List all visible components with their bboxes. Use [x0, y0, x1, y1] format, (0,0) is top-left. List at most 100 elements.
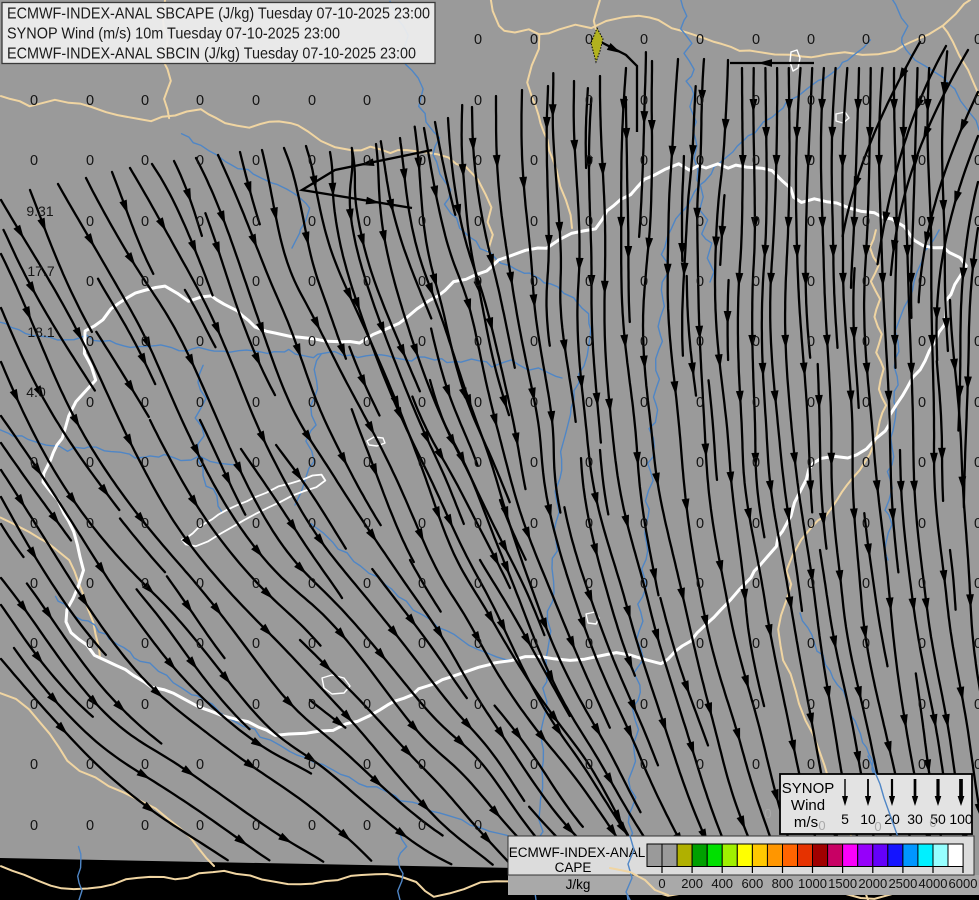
- svg-text:0: 0: [474, 576, 482, 592]
- svg-text:0: 0: [196, 757, 204, 773]
- svg-text:0: 0: [862, 516, 870, 532]
- svg-text:0: 0: [474, 818, 482, 834]
- svg-text:0: 0: [807, 757, 815, 773]
- svg-text:0: 0: [696, 516, 704, 532]
- svg-text:0: 0: [918, 93, 926, 109]
- svg-text:0: 0: [530, 636, 538, 652]
- svg-text:0: 0: [418, 697, 426, 713]
- svg-text:0: 0: [141, 93, 149, 109]
- svg-text:1000: 1000: [798, 876, 827, 891]
- svg-text:0: 0: [862, 93, 870, 109]
- svg-text:0: 0: [807, 334, 815, 350]
- svg-text:0: 0: [752, 334, 760, 350]
- svg-text:30: 30: [907, 811, 923, 827]
- svg-text:0: 0: [474, 214, 482, 230]
- svg-text:0: 0: [640, 274, 648, 290]
- svg-text:0: 0: [30, 93, 38, 109]
- svg-text:0: 0: [585, 697, 593, 713]
- svg-text:0: 0: [696, 334, 704, 350]
- svg-text:0: 0: [974, 395, 979, 411]
- svg-text:0: 0: [86, 818, 94, 834]
- svg-text:17.7: 17.7: [27, 263, 54, 279]
- svg-text:0: 0: [196, 576, 204, 592]
- svg-text:0: 0: [974, 516, 979, 532]
- svg-text:0: 0: [363, 214, 371, 230]
- svg-text:0: 0: [530, 757, 538, 773]
- svg-text:0: 0: [474, 516, 482, 532]
- svg-text:0: 0: [640, 32, 648, 48]
- svg-text:0: 0: [918, 153, 926, 169]
- svg-text:0: 0: [530, 516, 538, 532]
- svg-text:0: 0: [86, 697, 94, 713]
- svg-text:0: 0: [363, 818, 371, 834]
- svg-text:0: 0: [196, 93, 204, 109]
- svg-text:0: 0: [530, 576, 538, 592]
- svg-text:0: 0: [585, 757, 593, 773]
- svg-text:0: 0: [141, 455, 149, 471]
- svg-text:0: 0: [696, 757, 704, 773]
- svg-text:0: 0: [918, 455, 926, 471]
- svg-text:0: 0: [918, 516, 926, 532]
- svg-text:0: 0: [196, 395, 204, 411]
- svg-text:0: 0: [752, 757, 760, 773]
- svg-text:0: 0: [30, 516, 38, 532]
- svg-text:0: 0: [918, 576, 926, 592]
- svg-text:0: 0: [30, 697, 38, 713]
- svg-text:0: 0: [308, 395, 316, 411]
- svg-text:0: 0: [141, 395, 149, 411]
- svg-text:0: 0: [530, 153, 538, 169]
- svg-text:0: 0: [807, 93, 815, 109]
- svg-text:0: 0: [752, 697, 760, 713]
- svg-text:0: 0: [585, 214, 593, 230]
- svg-text:0: 0: [418, 516, 426, 532]
- svg-text:0: 0: [196, 636, 204, 652]
- svg-text:0: 0: [585, 576, 593, 592]
- svg-text:0: 0: [418, 214, 426, 230]
- svg-text:SYNOP Wind (m/s) 10m Tuesday 0: SYNOP Wind (m/s) 10m Tuesday 07-10-2025 …: [7, 26, 340, 43]
- svg-text:ECMWF-INDEX-ANAL SBCAPE (J/kg): ECMWF-INDEX-ANAL SBCAPE (J/kg) Tuesday 0…: [7, 6, 430, 23]
- svg-text:4000: 4000: [919, 876, 948, 891]
- svg-text:0: 0: [696, 93, 704, 109]
- svg-text:0: 0: [141, 214, 149, 230]
- svg-text:0: 0: [974, 274, 979, 290]
- svg-text:0: 0: [974, 455, 979, 471]
- svg-text:0: 0: [807, 395, 815, 411]
- svg-text:ECMWF-INDEX-ANAL SBCIN (J/kg): ECMWF-INDEX-ANAL SBCIN (J/kg) Tuesday 07…: [7, 46, 416, 63]
- svg-text:0: 0: [141, 636, 149, 652]
- svg-text:0: 0: [585, 395, 593, 411]
- svg-text:0: 0: [418, 274, 426, 290]
- svg-text:0: 0: [696, 214, 704, 230]
- svg-text:0: 0: [252, 757, 260, 773]
- svg-text:0: 0: [418, 93, 426, 109]
- svg-text:0: 0: [252, 697, 260, 713]
- svg-text:0: 0: [196, 516, 204, 532]
- svg-text:0: 0: [308, 818, 316, 834]
- svg-text:0: 0: [807, 516, 815, 532]
- svg-text:0: 0: [640, 576, 648, 592]
- svg-text:6000: 6000: [949, 876, 978, 891]
- svg-text:0: 0: [530, 697, 538, 713]
- svg-text:0: 0: [640, 93, 648, 109]
- svg-text:400: 400: [711, 876, 733, 891]
- svg-text:Wind: Wind: [791, 797, 825, 814]
- svg-text:200: 200: [681, 876, 703, 891]
- svg-text:SYNOP: SYNOP: [782, 780, 835, 797]
- svg-text:0: 0: [807, 697, 815, 713]
- svg-text:0: 0: [474, 697, 482, 713]
- svg-text:0: 0: [640, 455, 648, 471]
- svg-text:0: 0: [363, 274, 371, 290]
- svg-text:0: 0: [974, 153, 979, 169]
- svg-text:0: 0: [752, 214, 760, 230]
- svg-text:0: 0: [30, 818, 38, 834]
- svg-text:0: 0: [696, 636, 704, 652]
- svg-text:J/kg: J/kg: [566, 877, 591, 892]
- svg-text:0: 0: [474, 334, 482, 350]
- svg-text:0: 0: [752, 576, 760, 592]
- svg-text:0: 0: [363, 395, 371, 411]
- svg-text:0: 0: [474, 274, 482, 290]
- svg-text:0: 0: [918, 697, 926, 713]
- svg-text:0: 0: [585, 93, 593, 109]
- svg-text:0: 0: [752, 32, 760, 48]
- svg-text:0: 0: [308, 697, 316, 713]
- svg-text:0: 0: [974, 697, 979, 713]
